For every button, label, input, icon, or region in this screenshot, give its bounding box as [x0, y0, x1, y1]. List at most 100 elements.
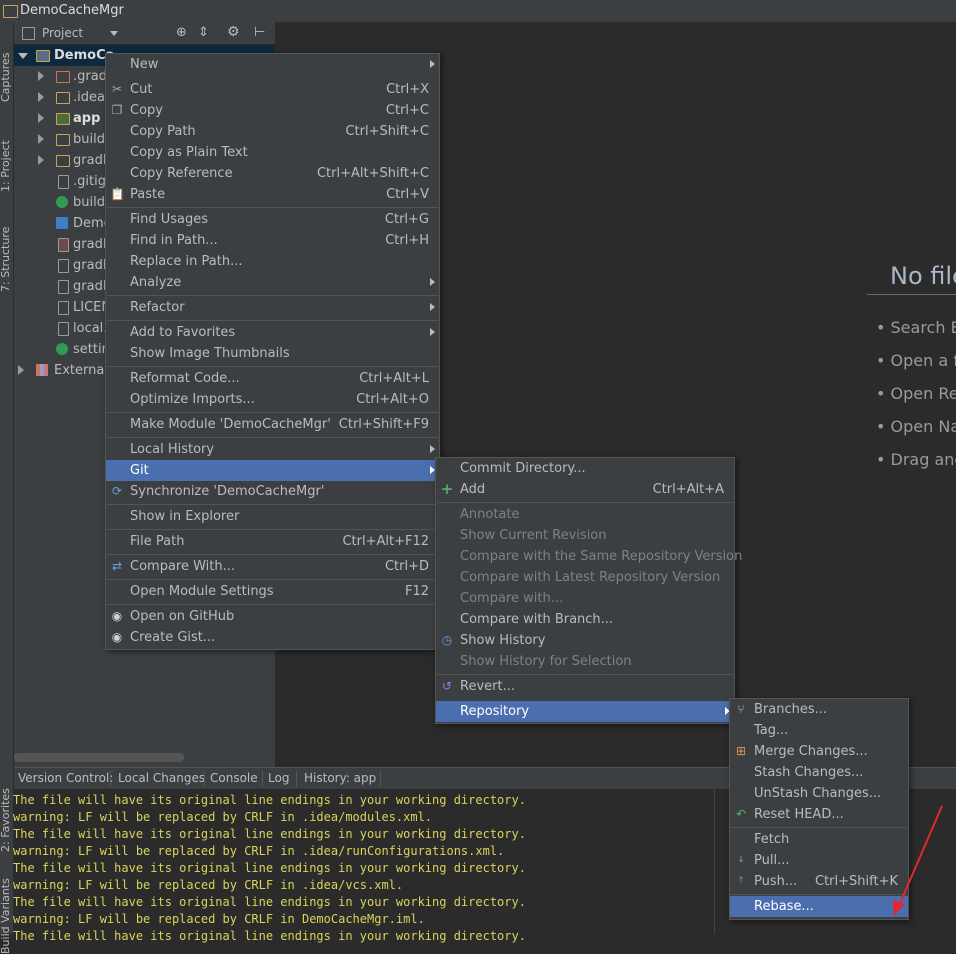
menu-item-compare-with-branch[interactable]: Compare with Branch...	[436, 609, 734, 630]
divider	[110, 771, 111, 787]
project-view-selector[interactable]: Project	[42, 26, 83, 40]
menu-item-analyze[interactable]: Analyze	[106, 272, 439, 293]
structure-tool-tab[interactable]: 7: Structure	[0, 227, 12, 292]
folder-icon	[56, 92, 70, 104]
menu-item-git[interactable]: Git	[106, 460, 439, 481]
menu-item-open-module-settings[interactable]: Open Module Settings F12	[106, 581, 439, 602]
menu-item-file-path[interactable]: File Path Ctrl+Alt+F12	[106, 531, 439, 552]
tab-log[interactable]: Log	[264, 771, 293, 785]
file-icon	[58, 259, 69, 273]
editor-hint: • Open Re	[876, 384, 956, 403]
menu-item-synchronize[interactable]: ⟳ Synchronize 'DemoCacheMgr'	[106, 481, 439, 502]
menu-item-compare-latest-repo-version[interactable]: Compare with Latest Repository Version	[436, 567, 734, 588]
menu-item-annotate[interactable]: Annotate	[436, 504, 734, 525]
divider	[867, 294, 956, 295]
menu-item-local-history[interactable]: Local History	[106, 439, 439, 460]
copy-icon: ❐	[111, 103, 123, 117]
console-line: warning: LF will be replaced by CRLF in …	[13, 844, 505, 858]
submenu-arrow-icon	[430, 445, 435, 453]
expand-arrow-icon[interactable]	[18, 53, 28, 59]
console-line: The file will have its original line end…	[13, 793, 526, 807]
left-tool-strip: Captures 1: Project 7: Structure 2: Favo…	[0, 22, 14, 954]
module-folder-icon	[36, 50, 50, 62]
menu-item-add-to-favorites[interactable]: Add to Favorites	[106, 322, 439, 343]
annotation-arrow-head	[893, 900, 905, 916]
menu-item-copy-plain-text[interactable]: Copy as Plain Text	[106, 142, 439, 163]
menu-item-create-gist[interactable]: ◉ Create Gist...	[106, 627, 439, 648]
menu-item-repository[interactable]: Repository	[436, 701, 734, 722]
tab-local-changes[interactable]: Local Changes	[114, 771, 209, 785]
project-tool-tab[interactable]: 1: Project	[0, 140, 12, 192]
build-variants-tool-tab[interactable]: Build Variants	[0, 878, 12, 954]
menu-item-copy-reference[interactable]: Copy Reference Ctrl+Alt+Shift+C	[106, 163, 439, 184]
divider	[296, 771, 297, 787]
menu-separator	[107, 504, 438, 505]
console-line: The file will have its original line end…	[13, 929, 526, 943]
folder-icon	[56, 134, 70, 146]
collapsed-arrow-icon[interactable]	[38, 134, 44, 144]
chevron-down-icon[interactable]	[110, 31, 118, 36]
file-icon	[58, 175, 69, 189]
favorites-tool-tab[interactable]: 2: Favorites	[0, 788, 12, 852]
menu-item-reformat-code[interactable]: Reformat Code... Ctrl+Alt+L	[106, 368, 439, 389]
menu-item-new[interactable]: New	[106, 54, 439, 75]
menu-item-open-on-github[interactable]: ◉ Open on GitHub	[106, 606, 439, 627]
menu-item-commit-directory[interactable]: Commit Directory...	[436, 458, 734, 479]
captures-tab[interactable]: Captures	[0, 53, 12, 102]
menu-item-add[interactable]: + Add Ctrl+Alt+A	[436, 479, 734, 500]
menu-separator	[107, 579, 438, 580]
collapsed-arrow-icon[interactable]	[38, 155, 44, 165]
compare-icon: ⇄	[111, 559, 123, 573]
menu-item-compare-same-repo-version[interactable]: Compare with the Same Repository Version	[436, 546, 742, 567]
file-icon	[58, 280, 69, 294]
menu-item-stash-changes[interactable]: Stash Changes...	[730, 762, 908, 783]
menu-separator	[107, 320, 438, 321]
gear-icon[interactable]: ⚙	[227, 24, 240, 40]
tab-console[interactable]: Console	[206, 771, 262, 785]
history-icon: ◷	[441, 633, 453, 647]
collapsed-arrow-icon[interactable]	[38, 113, 44, 123]
menu-item-optimize-imports[interactable]: Optimize Imports... Ctrl+Alt+O	[106, 389, 439, 410]
menu-item-refactor[interactable]: Refactor	[106, 297, 439, 318]
submenu-arrow-icon	[430, 60, 435, 68]
menu-item-revert[interactable]: ↺ Revert...	[436, 676, 734, 697]
collapse-icon[interactable]: ⇕	[198, 25, 209, 40]
collapsed-arrow-icon[interactable]	[38, 71, 44, 81]
collapsed-arrow-icon[interactable]	[18, 365, 24, 375]
menu-item-find-in-path[interactable]: Find in Path... Ctrl+H	[106, 230, 439, 251]
menu-item-show-image-thumbnails[interactable]: Show Image Thumbnails	[106, 343, 439, 364]
branch-icon: ⑂	[737, 702, 745, 716]
menu-item-cut[interactable]: ✂ Cut Ctrl+X	[106, 79, 439, 100]
menu-item-compare-with[interactable]: Compare with...	[436, 588, 734, 609]
menu-item-show-history[interactable]: ◷ Show History	[436, 630, 734, 651]
hide-panel-icon[interactable]: ⊢	[254, 25, 265, 40]
tab-history-app[interactable]: History: app	[300, 771, 380, 785]
menu-separator	[107, 295, 438, 296]
menu-item-find-usages[interactable]: Find Usages Ctrl+G	[106, 209, 439, 230]
menu-item-copy-path[interactable]: Copy Path Ctrl+Shift+C	[106, 121, 439, 142]
menu-item-replace-in-path[interactable]: Replace in Path...	[106, 251, 439, 272]
iml-file-icon	[56, 217, 68, 229]
menu-item-copy[interactable]: ❐ Copy Ctrl+C	[106, 100, 439, 121]
annotation-arrow	[893, 805, 943, 916]
collapsed-arrow-icon[interactable]	[38, 92, 44, 102]
menu-item-show-history-selection[interactable]: Show History for Selection	[436, 651, 734, 672]
console-line: warning: LF will be replaced by CRLF in …	[13, 912, 425, 926]
menu-item-show-in-explorer[interactable]: Show in Explorer	[106, 506, 439, 527]
github-icon: ◉	[111, 609, 123, 623]
locate-icon[interactable]: ⊕	[176, 25, 187, 40]
divider	[380, 771, 381, 787]
menu-item-make-module[interactable]: Make Module 'DemoCacheMgr' Ctrl+Shift+F9	[106, 414, 439, 435]
menu-item-compare-with[interactable]: ⇄ Compare With... Ctrl+D	[106, 556, 439, 577]
menu-item-tag[interactable]: Tag...	[730, 720, 908, 741]
vcs-pull-icon: ↓	[737, 855, 745, 865]
menu-item-paste[interactable]: 📋 Paste Ctrl+V	[106, 184, 439, 205]
project-view-icon	[22, 27, 35, 40]
menu-item-merge-changes[interactable]: ⊞ Merge Changes...	[730, 741, 908, 762]
console-output[interactable]: The file will have its original line end…	[13, 789, 714, 943]
menu-item-show-current-revision[interactable]: Show Current Revision	[436, 525, 734, 546]
horizontal-scrollbar[interactable]	[14, 753, 184, 762]
menu-separator	[107, 437, 438, 438]
menu-item-branches[interactable]: ⑂ Branches...	[730, 699, 908, 720]
git-submenu: Commit Directory... + Add Ctrl+Alt+A Annot…	[435, 457, 742, 724]
